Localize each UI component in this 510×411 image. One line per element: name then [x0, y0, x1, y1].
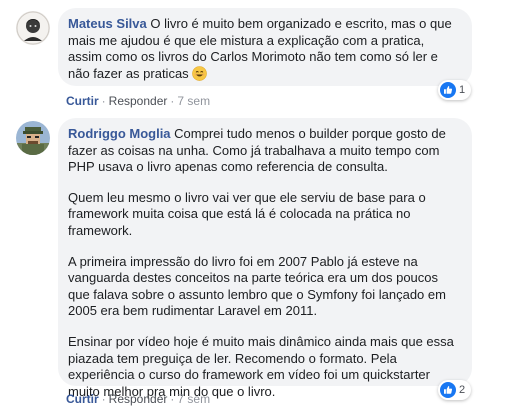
- timestamp[interactable]: 7 sem: [177, 94, 210, 108]
- timestamp[interactable]: 7 sem: [177, 392, 210, 406]
- comment-bubble: Mateus Silva O livro é muito bem organiz…: [58, 8, 472, 86]
- reaction-badge[interactable]: 1: [438, 80, 472, 100]
- comment-actions: Curtir · Responder · 7 sem: [66, 392, 210, 406]
- separator: ·: [101, 392, 106, 406]
- smiling-face-icon: [192, 65, 208, 81]
- like-icon: [440, 382, 456, 398]
- avatar-mateus-icon: [16, 11, 50, 45]
- like-button[interactable]: Curtir: [66, 94, 99, 108]
- avatar[interactable]: [16, 121, 50, 155]
- comment-text: Ensinar por vídeo hoje é muito mais dinâ…: [68, 333, 454, 399]
- reaction-count: 2: [459, 384, 466, 396]
- reaction-badge[interactable]: 2: [438, 380, 472, 400]
- comment-author[interactable]: Mateus Silva: [68, 16, 147, 31]
- separator: ·: [101, 94, 106, 108]
- avatar-rodriggo-icon: [16, 121, 50, 155]
- comment-actions: Curtir · Responder · 7 sem: [66, 94, 210, 108]
- comment-author[interactable]: Rodriggo Moglia: [68, 126, 171, 141]
- reaction-count: 1: [459, 84, 466, 96]
- comment-thread: Mateus Silva O livro é muito bem organiz…: [0, 0, 510, 411]
- like-icon: [440, 82, 456, 98]
- reply-button[interactable]: Responder: [109, 392, 168, 406]
- separator: ·: [170, 392, 175, 406]
- comment-text: A primeira impressão do livro foi em 200…: [68, 253, 446, 319]
- comment-bubble: Rodriggo Moglia Comprei tudo menos o bui…: [58, 118, 472, 399]
- avatar[interactable]: [16, 11, 50, 45]
- separator: ·: [170, 94, 175, 108]
- comment-text: Quem leu mesmo o livro vai ver que ele s…: [68, 189, 426, 238]
- like-button[interactable]: Curtir: [66, 392, 99, 406]
- reply-button[interactable]: Responder: [109, 94, 168, 108]
